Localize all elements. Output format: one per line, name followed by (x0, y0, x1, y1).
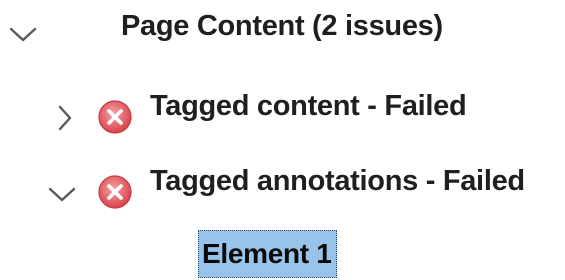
tree-node-tagged-annotations[interactable]: Tagged annotations - Failed (0, 158, 565, 214)
tree-node-page-content[interactable]: Page Content (2 issues) (0, 0, 565, 56)
tree-node-label[interactable]: Tagged annotations - Failed (150, 165, 525, 198)
selected-tree-item[interactable]: Element 1 (198, 230, 337, 278)
chevron-down-icon[interactable] (47, 186, 77, 204)
tree-node-label[interactable]: Page Content (2 issues) (121, 10, 443, 43)
chevron-down-icon[interactable] (8, 26, 38, 44)
chevron-right-icon[interactable] (56, 103, 74, 133)
tree-node-label[interactable]: Tagged content - Failed (150, 90, 467, 123)
tree-node-label[interactable]: Element 1 (202, 238, 332, 270)
error-icon (97, 174, 133, 210)
tree-node-tagged-content[interactable]: Tagged content - Failed (0, 82, 565, 138)
tree-node-element-1[interactable]: Element 1 (0, 228, 565, 280)
error-icon (97, 99, 133, 135)
